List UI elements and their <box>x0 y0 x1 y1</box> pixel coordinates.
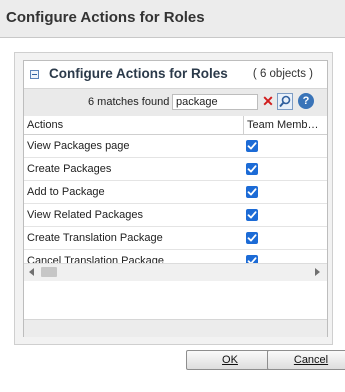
ok-button-label: OK <box>222 354 238 366</box>
checkmark-icon <box>247 188 257 196</box>
action-label: View Packages page <box>27 140 130 152</box>
team-member-checkbox[interactable] <box>246 186 258 198</box>
checkmark-icon <box>247 165 257 173</box>
help-icon[interactable]: ? <box>298 93 314 109</box>
column-header-actions[interactable]: Actions <box>27 119 63 131</box>
dialog-content-panel: Configure Actions for Roles ( 6 objects … <box>14 52 333 345</box>
table-header: Actions Team Memb… <box>24 116 327 135</box>
actions-group: Configure Actions for Roles ( 6 objects … <box>23 60 328 337</box>
table-row[interactable]: View Related Packages <box>24 204 327 227</box>
group-header: Configure Actions for Roles ( 6 objects … <box>24 61 327 87</box>
scroll-thumb[interactable] <box>41 267 57 277</box>
table-body: View Packages page Create Packages Add to … <box>24 135 327 273</box>
dialog-title: Configure Actions for Roles <box>6 9 205 26</box>
cancel-button-label: Cancel <box>293 354 329 366</box>
column-header-team-member[interactable]: Team Memb… <box>247 119 325 131</box>
search-input[interactable] <box>172 94 258 110</box>
group-title: Configure Actions for Roles <box>49 66 228 81</box>
action-label: Create Translation Package <box>27 232 163 244</box>
ok-button[interactable]: OK <box>186 350 274 370</box>
checkmark-icon <box>247 234 257 242</box>
action-label: Create Packages <box>27 163 112 175</box>
collapse-icon[interactable] <box>30 70 39 79</box>
team-member-checkbox[interactable] <box>246 209 258 221</box>
matches-found-label: 6 matches found <box>88 96 170 108</box>
search-bar: 6 matches found ✕ ? <box>24 88 327 117</box>
team-member-checkbox[interactable] <box>246 140 258 152</box>
table-row[interactable]: View Packages page <box>24 135 327 158</box>
group-footer <box>24 319 327 337</box>
scroll-left-arrow-icon[interactable] <box>29 268 34 276</box>
action-label: View Related Packages <box>27 209 143 221</box>
team-member-checkbox[interactable] <box>246 163 258 175</box>
object-count: ( 6 objects ) <box>252 68 313 80</box>
scroll-right-arrow-icon[interactable] <box>315 268 320 276</box>
team-member-checkbox[interactable] <box>246 232 258 244</box>
table-row[interactable]: Add to Package <box>24 181 327 204</box>
action-label: Add to Package <box>27 186 105 198</box>
magnifier-icon <box>279 95 291 108</box>
checkmark-icon <box>247 142 257 150</box>
search-button[interactable] <box>277 93 293 110</box>
dialog-title-bar: Configure Actions for Roles <box>0 0 345 38</box>
clear-search-icon[interactable]: ✕ <box>262 94 274 108</box>
cancel-button[interactable]: Cancel <box>267 350 345 370</box>
column-divider[interactable] <box>243 116 244 134</box>
horizontal-scrollbar[interactable] <box>24 263 327 281</box>
table-row[interactable]: Create Translation Package <box>24 227 327 250</box>
table-row[interactable]: Create Packages <box>24 158 327 181</box>
checkmark-icon <box>247 211 257 219</box>
